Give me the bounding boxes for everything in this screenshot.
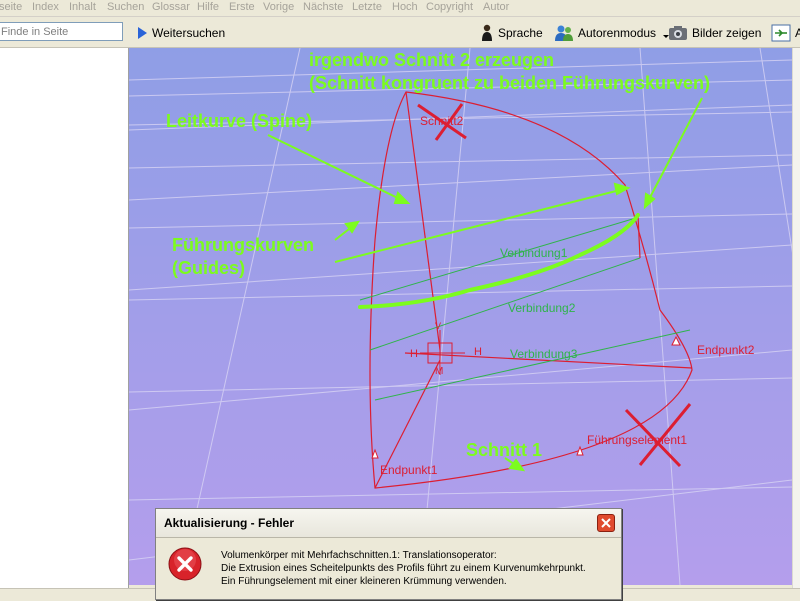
- dialog-title-bar[interactable]: Aktualisierung - Fehler: [156, 509, 621, 538]
- play-arrow-icon: [138, 27, 147, 39]
- menu-item-index[interactable]: Index: [32, 1, 59, 13]
- extra-label: A: [795, 26, 800, 40]
- label-fuehrungselement1: Führungselement1: [587, 433, 687, 447]
- weitersuchen-button[interactable]: Weitersuchen: [136, 23, 225, 43]
- label-schnitt2: Schnitt2: [420, 114, 464, 128]
- camera-icon: [669, 26, 687, 40]
- label-m: M: [435, 366, 443, 377]
- sprache-label: Sprache: [498, 26, 543, 40]
- annotation-schnitt1: Schnitt 1: [466, 440, 542, 460]
- label-endpunkt2: Endpunkt2: [697, 343, 755, 357]
- dialog-message-line3: Ein Führungselement mit einer kleineren …: [221, 576, 507, 587]
- error-icon: [168, 547, 202, 581]
- cad-viewport: irgendwo Schnitt 2 erzeugen (Schnitt kon…: [129, 48, 792, 585]
- weitersuchen-label: Weitersuchen: [152, 26, 226, 40]
- label-h-right: H: [474, 346, 482, 358]
- dialog-close-button[interactable]: [597, 514, 615, 532]
- menu-item-hoch[interactable]: Hoch: [392, 1, 418, 13]
- person-icon: [482, 24, 492, 41]
- autorenmodus-label: Autorenmodus: [578, 26, 657, 40]
- annotation-schnitt2-line2: (Schnitt kongruent zu beiden Führungskur…: [309, 73, 710, 93]
- sidebar-panel: [0, 48, 129, 588]
- users-icon: [555, 25, 573, 41]
- cad-drawing: irgendwo Schnitt 2 erzeugen (Schnitt kon…: [129, 48, 792, 585]
- menu-item-inhalt[interactable]: Inhalt: [69, 1, 96, 13]
- label-verbindung2: Verbindung2: [508, 301, 576, 315]
- menu-item-copyright[interactable]: Copyright: [426, 1, 473, 13]
- bilder-zeigen-button[interactable]: Bilder zeigen: [668, 23, 761, 43]
- close-icon: [601, 518, 611, 528]
- menu-item-suchen[interactable]: Suchen: [107, 1, 144, 13]
- label-v: V: [435, 321, 441, 331]
- dialog-message-line2: Die Extrusion eines Scheitelpunkts des P…: [221, 563, 586, 574]
- sprache-button[interactable]: Sprache: [480, 23, 543, 43]
- vertical-scrollbar[interactable]: [792, 48, 800, 588]
- menu-item-vorige[interactable]: Vorige: [263, 1, 294, 13]
- label-verbindung3: Verbindung3: [510, 347, 578, 361]
- annotation-fuehrungskurven: Führungskurven: [172, 235, 314, 255]
- menu-item-autor[interactable]: Autor: [483, 1, 509, 13]
- menu-bar: seite Index Inhalt Suchen Glossar Hilfe …: [0, 0, 800, 17]
- label-verbindung1: Verbindung1: [500, 246, 568, 260]
- menu-item-erste[interactable]: Erste: [229, 1, 255, 13]
- autorenmodus-button[interactable]: Autorenmodus: [554, 23, 670, 43]
- annotation-guides: (Guides): [172, 258, 245, 278]
- label-endpunkt1: Endpunkt1: [380, 463, 438, 477]
- menu-item-letzte[interactable]: Letzte: [352, 1, 382, 13]
- annotation-leitkurve: Leitkurve (Spine): [166, 111, 312, 131]
- menu-item-glossar[interactable]: Glossar: [152, 1, 190, 13]
- extra-button[interactable]: A: [771, 23, 800, 43]
- menu-item-seite[interactable]: seite: [0, 1, 22, 13]
- menu-item-hilfe[interactable]: Hilfe: [197, 1, 219, 13]
- error-dialog: Aktualisierung - Fehler Volumenkörper mi…: [155, 508, 622, 600]
- bilder-zeigen-label: Bilder zeigen: [692, 26, 762, 40]
- arrows-icon: [771, 24, 791, 42]
- annotation-schnitt2-line1: irgendwo Schnitt 2 erzeugen: [309, 50, 554, 70]
- toolbar: Weitersuchen Sprache Autorenmodus Bilder…: [0, 17, 800, 48]
- dialog-message-line1: Volumenkörper mit Mehrfachschnitten.1: T…: [221, 550, 497, 561]
- menu-item-naechste[interactable]: Nächste: [303, 1, 343, 13]
- search-input[interactable]: [0, 22, 123, 41]
- dialog-title: Aktualisierung - Fehler: [164, 516, 295, 530]
- label-h-left: H: [410, 348, 418, 360]
